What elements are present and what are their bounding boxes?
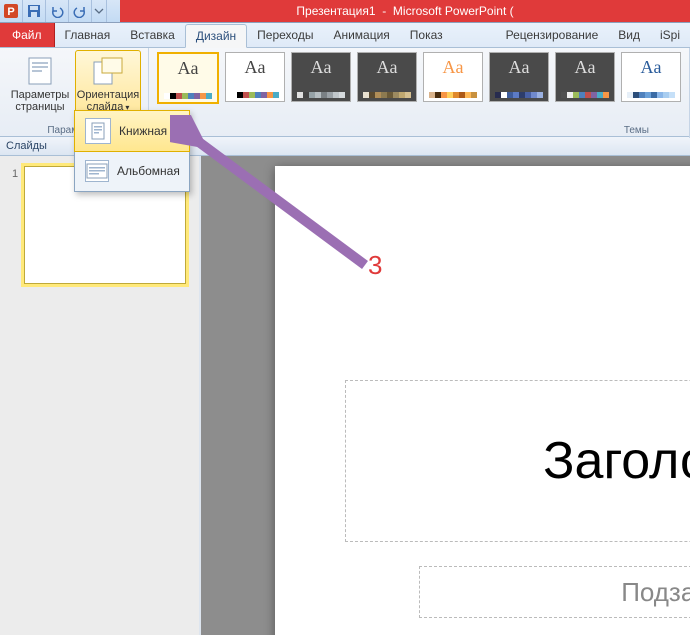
theme-swatches bbox=[495, 92, 543, 98]
tab-главная[interactable]: Главная bbox=[55, 24, 121, 46]
annotation-step-number: 3 bbox=[368, 250, 382, 281]
orientation-portrait-label: Книжная bbox=[119, 124, 167, 138]
undo-icon[interactable] bbox=[46, 0, 69, 22]
tab-показ слайдов[interactable]: Показ слайдов bbox=[400, 24, 496, 46]
page-setup-label-1: Параметры bbox=[11, 89, 70, 101]
theme-glyph: Aa bbox=[641, 57, 662, 78]
orientation-label-1: Ориентация bbox=[77, 89, 139, 101]
thumbnail-pane[interactable]: 1 bbox=[0, 156, 201, 635]
page-setup-label-2: страницы bbox=[15, 101, 64, 113]
theme-swatches bbox=[627, 92, 675, 98]
app-icon: P bbox=[0, 0, 23, 22]
slide-edit-pane[interactable]: Заголо Подзаг bbox=[201, 156, 690, 635]
theme-swatches bbox=[164, 93, 212, 99]
tab-file[interactable]: Файл bbox=[0, 23, 55, 47]
slide-canvas[interactable]: Заголо Подзаг bbox=[275, 166, 690, 635]
svg-text:P: P bbox=[7, 6, 14, 18]
page-setup-icon bbox=[24, 55, 56, 87]
theme-item-1[interactable]: Aa bbox=[225, 52, 285, 102]
theme-glyph: Aa bbox=[443, 57, 464, 78]
tab-вид[interactable]: Вид bbox=[608, 24, 650, 46]
ribbon-tabs: Файл ГлавнаяВставкаДизайнПереходыАнимаци… bbox=[0, 23, 690, 48]
tab-дизайн[interactable]: Дизайн bbox=[185, 24, 247, 48]
landscape-icon bbox=[85, 160, 109, 182]
workspace: 1 Заголо Подзаг bbox=[0, 156, 690, 635]
redo-icon[interactable] bbox=[69, 0, 92, 22]
orientation-landscape-label: Альбомная bbox=[117, 164, 180, 178]
theme-item-5[interactable]: Aa bbox=[489, 52, 549, 102]
theme-glyph: Aa bbox=[311, 57, 332, 78]
theme-item-6[interactable]: Aa bbox=[555, 52, 615, 102]
qat-customize-icon[interactable] bbox=[92, 0, 107, 22]
theme-item-3[interactable]: Aa bbox=[357, 52, 417, 102]
page-setup-button[interactable]: Параметры страницы bbox=[7, 50, 73, 124]
theme-swatches bbox=[363, 92, 411, 98]
theme-swatches bbox=[297, 92, 345, 98]
theme-item-7[interactable]: Aa bbox=[621, 52, 681, 102]
title-placeholder[interactable]: Заголо bbox=[345, 380, 690, 542]
slide-number: 1 bbox=[12, 168, 18, 284]
tab-рецензирование[interactable]: Рецензирование bbox=[496, 24, 609, 46]
theme-item-0[interactable]: Aa bbox=[157, 52, 219, 104]
product-name: Microsoft PowerPoint ( bbox=[393, 4, 514, 18]
orientation-portrait-item[interactable]: Книжная bbox=[74, 110, 190, 152]
tab-ispi[interactable]: iSpi bbox=[650, 24, 690, 46]
save-icon[interactable] bbox=[23, 0, 46, 22]
theme-glyph: Aa bbox=[245, 57, 266, 78]
document-name: Презентация1 bbox=[296, 4, 375, 18]
theme-swatches bbox=[231, 92, 279, 98]
group-themes: Aa Aa Aa Aa Aa Aa Aa Aa Темы bbox=[149, 48, 690, 138]
portrait-icon bbox=[85, 118, 111, 144]
tab-переходы[interactable]: Переходы bbox=[247, 24, 323, 46]
tab-вставка[interactable]: Вставка bbox=[120, 24, 185, 46]
theme-glyph: Aa bbox=[575, 57, 596, 78]
theme-swatches bbox=[429, 92, 477, 98]
orientation-landscape-item[interactable]: Альбомная bbox=[75, 151, 189, 191]
theme-glyph: Aa bbox=[377, 57, 398, 78]
titlebar: Презентация1 - Microsoft PowerPoint ( bbox=[120, 0, 690, 22]
slide-orientation-icon bbox=[92, 55, 124, 87]
orientation-dropdown: Книжная Альбомная bbox=[74, 110, 190, 192]
group-label-themes: Темы bbox=[618, 124, 655, 138]
quick-access-toolbar: P Презентация1 - Microsoft PowerPoint ( bbox=[0, 0, 690, 23]
theme-item-2[interactable]: Aa bbox=[291, 52, 351, 102]
tab-анимация[interactable]: Анимация bbox=[323, 24, 399, 46]
theme-glyph: Aa bbox=[509, 57, 530, 78]
theme-swatches bbox=[561, 92, 609, 98]
theme-glyph: Aa bbox=[178, 58, 199, 79]
subtitle-placeholder[interactable]: Подзаг bbox=[419, 566, 690, 618]
theme-item-4[interactable]: Aa bbox=[423, 52, 483, 102]
